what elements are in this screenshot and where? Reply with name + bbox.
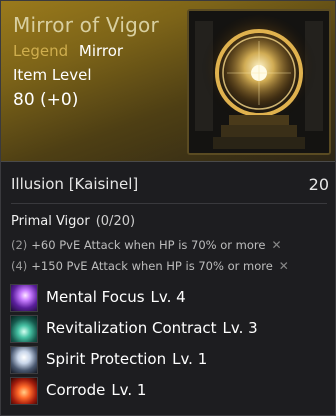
set-effect-text: +150 PvE Attack when HP is 70% or more [31, 259, 273, 273]
illusion-level: 20 [308, 175, 329, 194]
spirit-protection-icon [10, 346, 38, 374]
skill-label: Corrode Lv. 1 [46, 381, 146, 399]
illusion-name: Illusion [Kaisinel] [11, 175, 139, 193]
item-title: Mirror of Vigor [13, 13, 159, 37]
x-icon: ✕ [271, 238, 282, 252]
corrode-icon [10, 377, 38, 405]
skill-level: Lv. 1 [172, 350, 208, 368]
set-effect-1: (2) +60 PvE Attack when HP is 70% or more… [11, 238, 282, 252]
set-bonus-header: Primal Vigor (0/20) [11, 214, 135, 229]
grade-row: Legend Mirror [13, 42, 123, 60]
skill-level: Lv. 3 [222, 319, 258, 337]
set-bonus-name: Primal Vigor [11, 214, 90, 229]
set-effect-2: (4) +150 PvE Attack when HP is 70% or mor… [11, 259, 289, 273]
skill-row-spirit-protection[interactable]: Spirit Protection Lv. 1 [10, 346, 330, 374]
set-effect-text: +60 PvE Attack when HP is 70% or more [31, 238, 266, 252]
item-tooltip: Mirror of Vigor Legend Mirror Item Level… [0, 0, 336, 416]
skill-name: Mental Focus [46, 288, 145, 306]
skill-label: Mental Focus Lv. 4 [46, 288, 186, 306]
x-icon: ✕ [278, 259, 289, 273]
skill-row-revitalization-contract[interactable]: Revitalization Contract Lv. 3 [10, 315, 330, 343]
skill-name: Corrode [46, 381, 106, 399]
item-level-label: Item Level [13, 66, 92, 84]
skill-level: Lv. 1 [111, 381, 147, 399]
mirror-portal-icon [189, 11, 329, 153]
skill-level: Lv. 4 [150, 288, 186, 306]
skill-label: Revitalization Contract Lv. 3 [46, 319, 258, 337]
divider [11, 203, 327, 204]
skill-name: Spirit Protection [46, 350, 167, 368]
skill-row-mental-focus[interactable]: Mental Focus Lv. 4 [10, 284, 330, 312]
illusion-row: Illusion [Kaisinel] 20 [11, 175, 329, 194]
skill-label: Spirit Protection Lv. 1 [46, 350, 207, 368]
set-effect-requirement: (4) [11, 259, 28, 273]
revitalization-icon [10, 315, 38, 343]
item-header: Mirror of Vigor Legend Mirror Item Level… [1, 1, 335, 162]
item-level-value: 80 (+0) [13, 90, 79, 110]
skill-name: Revitalization Contract [46, 319, 217, 337]
set-effect-requirement: (2) [11, 238, 28, 252]
grade-value: Mirror [78, 42, 124, 60]
skill-row-corrode[interactable]: Corrode Lv. 1 [10, 377, 330, 405]
item-image [187, 9, 331, 155]
mental-focus-icon [10, 284, 38, 312]
grade-label: Legend [13, 42, 69, 60]
set-bonus-count: (0/20) [95, 214, 136, 229]
